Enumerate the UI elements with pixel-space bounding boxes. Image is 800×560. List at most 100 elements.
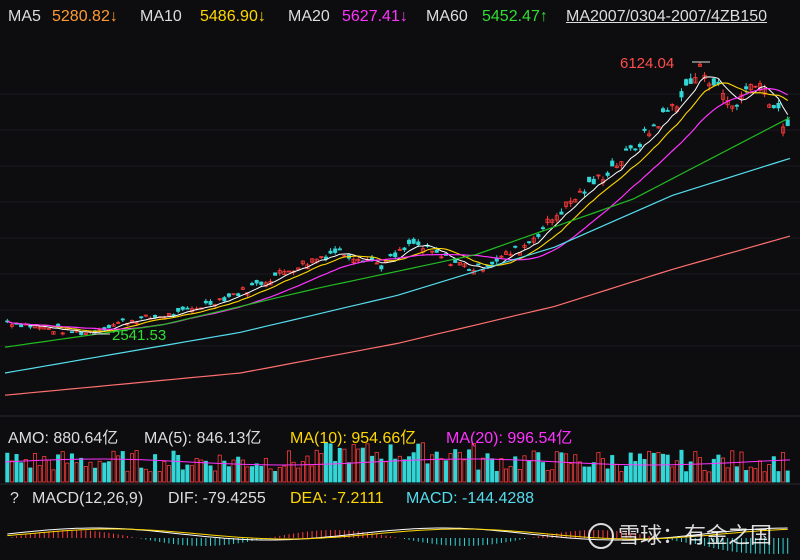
volume-bar [591, 462, 596, 483]
volume-bar [730, 450, 735, 483]
help-icon[interactable]: ? [10, 490, 19, 508]
volume-bar [69, 453, 74, 483]
volume-bar [559, 452, 564, 483]
volume-bar [360, 447, 365, 483]
volume-bar [143, 468, 148, 483]
candle-body [222, 297, 227, 302]
volume-bar [236, 456, 241, 483]
amo-ma10: MA(10): 954.66亿 [290, 430, 417, 447]
candle-body [776, 102, 781, 109]
candle-body [587, 176, 592, 183]
candle-body [388, 254, 393, 257]
volume-bar [716, 454, 721, 483]
volume-bar [503, 468, 509, 483]
volume-bar [337, 447, 342, 483]
amo-ma5: MA(5): 846.13亿 [144, 430, 262, 447]
volume-bar [702, 469, 707, 483]
volume-bar [250, 466, 255, 483]
ma60-line [4, 116, 791, 348]
volume-bar [388, 444, 393, 483]
candle-body [734, 104, 739, 107]
volume-bar [785, 470, 790, 483]
volume-bar [356, 448, 361, 483]
ma20-line [7, 87, 788, 330]
candle-body [771, 105, 776, 108]
candle-body [185, 307, 190, 310]
candle-body [637, 143, 642, 148]
candle-body [226, 293, 231, 297]
amount-legend: AMO: 880.64亿 MA(5): 846.13亿 MA(10): 954.… [0, 420, 800, 447]
volume-bar [93, 467, 98, 483]
volume-bar [116, 455, 121, 483]
candle-body [688, 78, 693, 84]
volume-bar [721, 457, 726, 483]
candle-body [536, 233, 541, 237]
volume-bar [125, 470, 130, 483]
volume-bar [462, 459, 467, 483]
volume-bar [346, 462, 352, 483]
volume-bar [374, 452, 379, 483]
candle-body [490, 261, 495, 265]
volume-bar [97, 460, 102, 483]
volume-bar [397, 455, 402, 483]
candle-body [79, 331, 84, 336]
volume-bar [600, 458, 606, 483]
candle-body [411, 238, 416, 244]
volume-bar [402, 459, 407, 483]
price-chart: 6124.04 2541.53 [0, 55, 800, 554]
candle-body [591, 178, 596, 185]
candle-body [19, 324, 24, 328]
candle-body [711, 78, 716, 86]
volume-bar [656, 452, 661, 483]
volume-bar [707, 471, 712, 483]
volume-bar [554, 451, 559, 483]
volume-bar [527, 460, 532, 483]
volume-bar [56, 454, 61, 483]
volume-bar [522, 455, 527, 483]
volume-bar [153, 454, 158, 483]
candle-body [605, 172, 610, 176]
candle-body [665, 110, 670, 112]
volume-bar [670, 466, 675, 483]
volume-bar [148, 471, 153, 483]
candle-body [642, 128, 647, 131]
volume-bar [203, 460, 208, 483]
ma5-line [7, 76, 789, 333]
volume-bar [614, 463, 619, 483]
watermark-text: 雪球：有金之国 [618, 523, 773, 548]
macd-dea: DEA: -7.2111 [290, 490, 384, 507]
volume-bar [277, 466, 282, 483]
candle-body [610, 160, 615, 167]
volume-bar [319, 453, 324, 483]
volume-bar [411, 452, 416, 483]
volume-bar [28, 467, 33, 483]
candle-body [624, 148, 629, 151]
volume-bar [310, 465, 315, 483]
volume-bar [564, 453, 569, 483]
volume-bar [688, 461, 693, 483]
volume-bar [23, 459, 28, 483]
volume-bar [443, 460, 449, 483]
watermark: 雪球：有金之国 [588, 518, 772, 550]
candle-body [203, 300, 208, 304]
volume-bar [536, 452, 541, 483]
volume-bar [120, 451, 125, 483]
volume-bar [531, 450, 536, 483]
volume-bar [157, 471, 162, 483]
candle-body [527, 241, 532, 244]
volume-bar [314, 449, 319, 483]
volume-bar [610, 455, 615, 483]
volume-bar [32, 453, 38, 483]
candle-body [236, 293, 241, 297]
candle-body [273, 272, 278, 276]
volume-bar [342, 448, 347, 483]
volume-bar [305, 455, 310, 483]
candle-body [633, 148, 638, 151]
volume-bar [711, 458, 716, 483]
volume-bar [430, 454, 435, 483]
volume-bar [189, 465, 195, 483]
volume-bar [208, 465, 213, 483]
volume-bar [457, 452, 462, 483]
volume-bar [254, 463, 259, 483]
volume-bar [162, 461, 167, 483]
